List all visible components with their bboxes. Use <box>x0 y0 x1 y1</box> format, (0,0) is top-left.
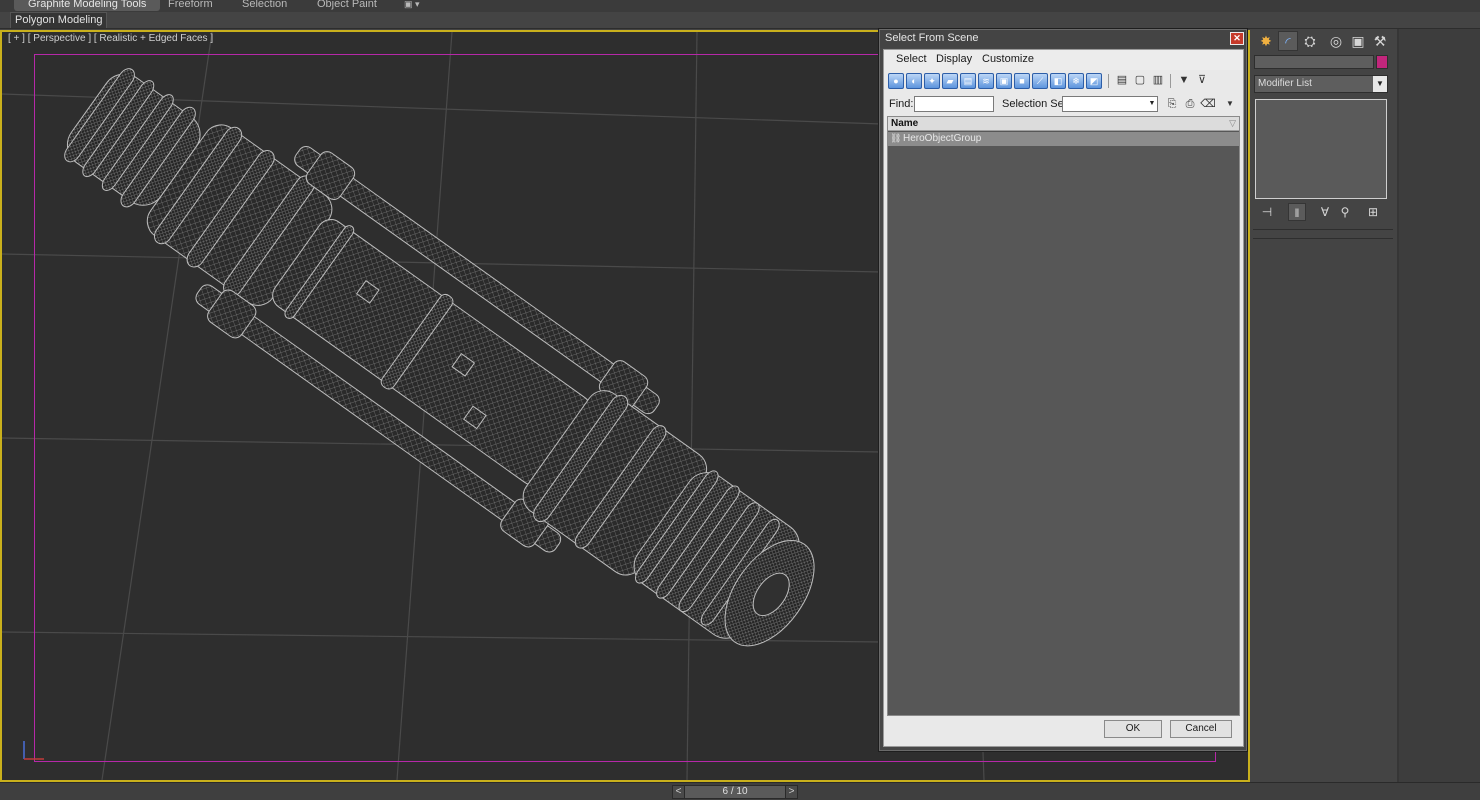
make-unique-icon[interactable]: ∀ <box>1316 203 1334 221</box>
column-filter-icon[interactable]: ▽ <box>1229 118 1236 129</box>
axis-tripod-icon <box>23 741 44 760</box>
object-name-field[interactable] <box>1254 55 1374 69</box>
time-slider[interactable]: < 6 / 10 > <box>672 785 798 799</box>
modify-icon[interactable]: ◜ <box>1278 31 1298 51</box>
list-item-label: HeroObjectGroup <box>903 133 982 144</box>
find-label: Find: <box>889 98 914 110</box>
selection-set-dropdown[interactable]: ▼ <box>1062 96 1158 112</box>
command-panel-scroll-area <box>1399 29 1480 782</box>
chevron-down-icon: ▼ <box>1373 76 1387 92</box>
ribbon-panel: Polygon Modeling <box>0 12 1480 29</box>
remove-selection-set-icon[interactable]: ⌫ <box>1200 96 1216 112</box>
object-color-swatch[interactable] <box>1376 55 1388 69</box>
list-item[interactable]: ⛓ HeroObjectGroup <box>888 132 1239 146</box>
display-geometry-icon[interactable]: ● <box>888 73 904 89</box>
configure-modifier-sets-icon[interactable]: ⊞ <box>1364 203 1382 221</box>
divider <box>1253 238 1393 239</box>
sync-selection-icon[interactable]: ⊽ <box>1194 73 1210 89</box>
name-column-header[interactable]: Name <box>891 118 918 129</box>
pin-stack-icon[interactable]: ⊣ <box>1258 203 1276 221</box>
scene-object-list[interactable]: Name ▽ ⛓ HeroObjectGroup <box>887 116 1240 716</box>
select-from-scene-dialog: Select From Scene ✕ Select Display Custo… <box>878 28 1248 752</box>
display-cameras-icon[interactable]: ▰ <box>942 73 958 89</box>
polygon-modeling-panel-tab[interactable]: Polygon Modeling <box>10 12 108 28</box>
menu-customize[interactable]: Customize <box>982 53 1034 65</box>
ribbon-options-icon[interactable]: ▣ ▾ <box>404 0 420 11</box>
modifier-list-label: Modifier List <box>1258 78 1312 89</box>
modifier-stack[interactable] <box>1255 99 1387 199</box>
time-slider-prev-button[interactable]: < <box>673 786 685 798</box>
tab-freeform[interactable]: Freeform <box>168 0 213 11</box>
display-lights-icon[interactable]: ✦ <box>924 73 940 89</box>
select-none-icon[interactable]: ▢ <box>1132 73 1148 89</box>
chevron-down-icon: ▼ <box>1148 100 1156 107</box>
time-slider-thumb[interactable]: 6 / 10 <box>687 786 783 798</box>
menu-display[interactable]: Display <box>936 53 972 65</box>
close-icon[interactable]: ✕ <box>1230 32 1244 45</box>
list-header: Name ▽ <box>888 117 1239 131</box>
select-invert-icon[interactable]: ▥ <box>1150 73 1166 89</box>
dialog-toolbar: ● ◐ ✦ ▰ ▤ ≋ ▣ ■ ⟋ ◧ ❄ ◩ ▤ ▢ ▥ ▼ ⊽ <box>886 72 1241 92</box>
display-helpers-icon[interactable]: ▤ <box>960 73 976 89</box>
display-bones-icon[interactable]: ⟋ <box>1032 73 1048 89</box>
dialog-findbar: Find: Selection Set: ▼ ⎘ ⎙ ⌫ ▼ <box>886 94 1241 114</box>
divider <box>1253 229 1393 230</box>
filter-icon[interactable]: ▼ <box>1176 73 1192 89</box>
create-selection-set-icon[interactable]: ⎙ <box>1182 96 1198 112</box>
tab-object-paint[interactable]: Object Paint <box>317 0 377 11</box>
command-panel-tabs: ✸ ◜ ⛭ ◎ ▣ ⚒ <box>1254 31 1398 51</box>
time-slider-bar: < 6 / 10 > <box>0 782 1480 800</box>
utilities-icon[interactable]: ⚒ <box>1370 31 1390 51</box>
display-icon[interactable]: ▣ <box>1348 31 1368 51</box>
display-shapes-icon[interactable]: ◐ <box>906 73 922 89</box>
more-icon[interactable]: ▼ <box>1222 96 1238 112</box>
display-frozen-icon[interactable]: ❄ <box>1068 73 1084 89</box>
motion-icon[interactable]: ◎ <box>1326 31 1346 51</box>
selection-set-label: Selection Set: <box>1002 98 1070 110</box>
dialog-body: Select Display Customize ● ◐ ✦ ▰ ▤ ≋ ▣ ■… <box>883 49 1244 747</box>
display-xrefs-icon[interactable]: ■ <box>1014 73 1030 89</box>
viewport-label[interactable]: [ + ] [ Perspective ] [ Realistic + Edge… <box>8 33 213 44</box>
modifier-list-dropdown[interactable]: Modifier List ▼ <box>1254 75 1388 93</box>
dialog-title: Select From Scene <box>885 32 979 44</box>
find-input[interactable] <box>914 96 994 112</box>
display-spacewarps-icon[interactable]: ≋ <box>978 73 994 89</box>
toolbar-separator <box>1170 74 1171 88</box>
remove-modifier-icon[interactable]: ⚲ <box>1336 203 1354 221</box>
dialog-menubar: Select Display Customize <box>884 50 1243 70</box>
select-all-icon[interactable]: ▤ <box>1114 73 1130 89</box>
show-end-result-icon[interactable]: ‖ <box>1288 203 1306 221</box>
ok-button[interactable]: OK <box>1104 720 1162 738</box>
menu-select[interactable]: Select <box>896 53 927 65</box>
dialog-titlebar[interactable]: Select From Scene ✕ <box>880 30 1246 48</box>
display-groups-icon[interactable]: ▣ <box>996 73 1012 89</box>
modifier-stack-tools: ⊣ ‖ ∀ ⚲ ⊞ <box>1256 203 1390 221</box>
edit-selection-set-icon[interactable]: ⎘ <box>1164 96 1180 112</box>
display-containers-icon[interactable]: ◧ <box>1050 73 1066 89</box>
cancel-button[interactable]: Cancel <box>1170 720 1232 738</box>
hierarchy-icon[interactable]: ⛭ <box>1300 31 1320 51</box>
group-icon: ⛓ <box>890 133 902 143</box>
ribbon-tab-bar: Graphite Modeling Tools Freeform Selecti… <box>0 0 1480 12</box>
create-icon[interactable]: ✸ <box>1256 31 1276 51</box>
toolbar-separator <box>1108 74 1109 88</box>
time-slider-next-button[interactable]: > <box>785 786 797 798</box>
tab-graphite-modeling-tools[interactable]: Graphite Modeling Tools <box>14 0 161 11</box>
display-hidden-icon[interactable]: ◩ <box>1086 73 1102 89</box>
tab-selection[interactable]: Selection <box>242 0 287 11</box>
command-panel: ✸ ◜ ⛭ ◎ ▣ ⚒ Modifier List ▼ ⊣ ‖ ∀ ⚲ ⊞ <box>1250 29 1480 782</box>
